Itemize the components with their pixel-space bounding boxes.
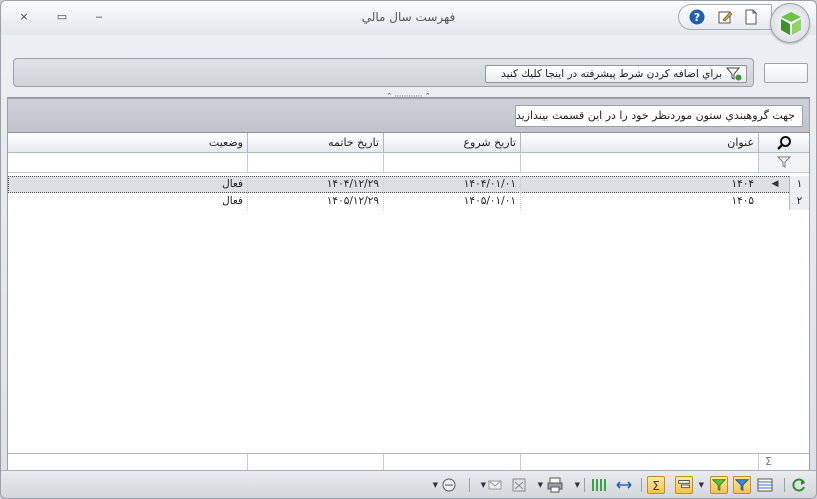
filter-cell-start-date[interactable] (383, 153, 520, 172)
filter-row (8, 153, 809, 173)
summary-footer-row: Σ (8, 453, 809, 470)
app-logo-icon (781, 12, 801, 35)
app-menu-orb[interactable] (770, 3, 810, 43)
cell-end-date[interactable]: ۱۴۰۵/۱۲/۲۹ (247, 193, 383, 210)
summary-sigma[interactable]: Σ (758, 454, 809, 470)
cell-status[interactable]: فعال (8, 193, 247, 210)
add-advanced-condition-button[interactable]: براي اضافه كردن شرط پيشرفته در اينجا كلي… (485, 65, 747, 83)
cell-title[interactable]: ۱۴۰۵ (520, 193, 758, 210)
search-button[interactable] (758, 133, 809, 152)
column-chooser-icon[interactable] (590, 476, 608, 494)
zoom-dropdown-arrow[interactable]: ▼ (433, 476, 438, 494)
filter-row-button[interactable] (758, 153, 809, 172)
title-bar: × ▭ ‒ فهرست سال مالي ? (1, 1, 816, 43)
mail-dropdown-arrow[interactable]: ▼ (481, 476, 486, 494)
filter-box: براي اضافه كردن شرط پيشرفته در اينجا كلي… (13, 58, 754, 87)
bottom-toolbar: ▼ Σ ▼ ▼ ▼ ▼ (1, 470, 816, 498)
table-row[interactable]: ۲ ۱۴۰۵ ۱۴۰۵/۰۱/۰۱ ۱۴۰۵/۱۲/۲۹ فعال (8, 193, 809, 210)
summary-cell-start-date[interactable] (383, 454, 520, 470)
row-number: ۱ (789, 176, 809, 193)
print-icon[interactable] (546, 476, 564, 494)
export-icon[interactable] (510, 476, 528, 494)
row-number: ۲ (789, 193, 809, 210)
cell-start-date[interactable]: ۱۴۰۵/۰۱/۰۱ (383, 193, 520, 210)
cell-start-date[interactable]: ۱۴۰۴/۰۱/۰۱ (383, 176, 520, 193)
new-doc-icon[interactable] (743, 9, 759, 25)
edit-icon[interactable] (717, 9, 733, 25)
filter-active-icon[interactable] (710, 476, 728, 494)
summary-cell-status[interactable] (8, 454, 247, 470)
cell-end-date[interactable]: ۱۴۰۴/۱۲/۲۹ (247, 176, 383, 193)
toolbar-separator (469, 478, 470, 492)
sum-button[interactable]: Σ (647, 476, 665, 494)
search-icon (777, 136, 791, 150)
add-advanced-condition-label: براي اضافه كردن شرط پيشرفته در اينجا كلي… (501, 68, 722, 80)
filter-add-icon (726, 67, 742, 81)
filter-cell-status[interactable] (8, 153, 247, 172)
filter-toggle-icon[interactable] (733, 476, 751, 494)
toolbar-separator (584, 478, 585, 492)
column-header-start-date[interactable]: تاريخ شروع (383, 133, 520, 152)
data-grid: جهت گروهبندي ستون موردنظر خود را در اين … (7, 98, 810, 471)
filter-cell-end-date[interactable] (247, 153, 383, 172)
export-dropdown-arrow[interactable]: ▼ (538, 476, 543, 494)
quick-access-toolbar: ? (678, 4, 772, 30)
advanced-filter-bar: براي اضافه كردن شرط پيشرفته در اينجا كلي… (13, 58, 808, 87)
summary-cell-end-date[interactable] (247, 454, 383, 470)
cell-title[interactable]: ۱۴۰۴ (520, 176, 758, 193)
table-row[interactable]: ۱ ◀ ۱۴۰۴ ۱۴۰۴/۰۱/۰۱ ۱۴۰۴/۱۲/۲۹ فعال (8, 176, 809, 193)
group-by-area[interactable]: جهت گروهبندي ستون موردنظر خود را در اين … (8, 99, 809, 133)
zoom-icon[interactable] (440, 476, 458, 494)
column-header-row: عنوان تاريخ شروع تاريخ خاتمه وضعيت (8, 133, 809, 153)
columns-icon[interactable] (756, 476, 774, 494)
column-header-end-date[interactable]: تاريخ خاتمه (247, 133, 383, 152)
cell-status[interactable]: فعال (8, 176, 247, 193)
toolbar-separator (784, 478, 785, 492)
refresh-icon[interactable] (790, 476, 808, 494)
help-icon[interactable]: ? (689, 9, 705, 25)
expand-icon[interactable] (615, 476, 633, 494)
filter-cell-title[interactable] (520, 153, 758, 172)
column-header-status[interactable]: وضعيت (8, 133, 247, 152)
group-icon[interactable] (675, 476, 693, 494)
group-dropdown-arrow[interactable]: ▼ (699, 476, 704, 494)
filter-icon (776, 156, 792, 168)
mail-icon[interactable] (486, 476, 504, 494)
column-header-title[interactable]: عنوان (520, 133, 758, 152)
toolbar-separator (641, 478, 642, 492)
group-by-hint: جهت گروهبندي ستون موردنظر خود را در اين … (515, 105, 803, 127)
print-dropdown-arrow[interactable]: ▼ (575, 476, 580, 494)
app-window: × ▭ ‒ فهرست سال مالي ? براي اضافه كردن ش… (0, 0, 817, 499)
summary-cell-title[interactable] (520, 454, 758, 470)
filter-side-button[interactable] (764, 63, 808, 83)
svg-text:?: ? (694, 11, 700, 24)
current-row-indicator-icon: ◀ (771, 179, 779, 189)
